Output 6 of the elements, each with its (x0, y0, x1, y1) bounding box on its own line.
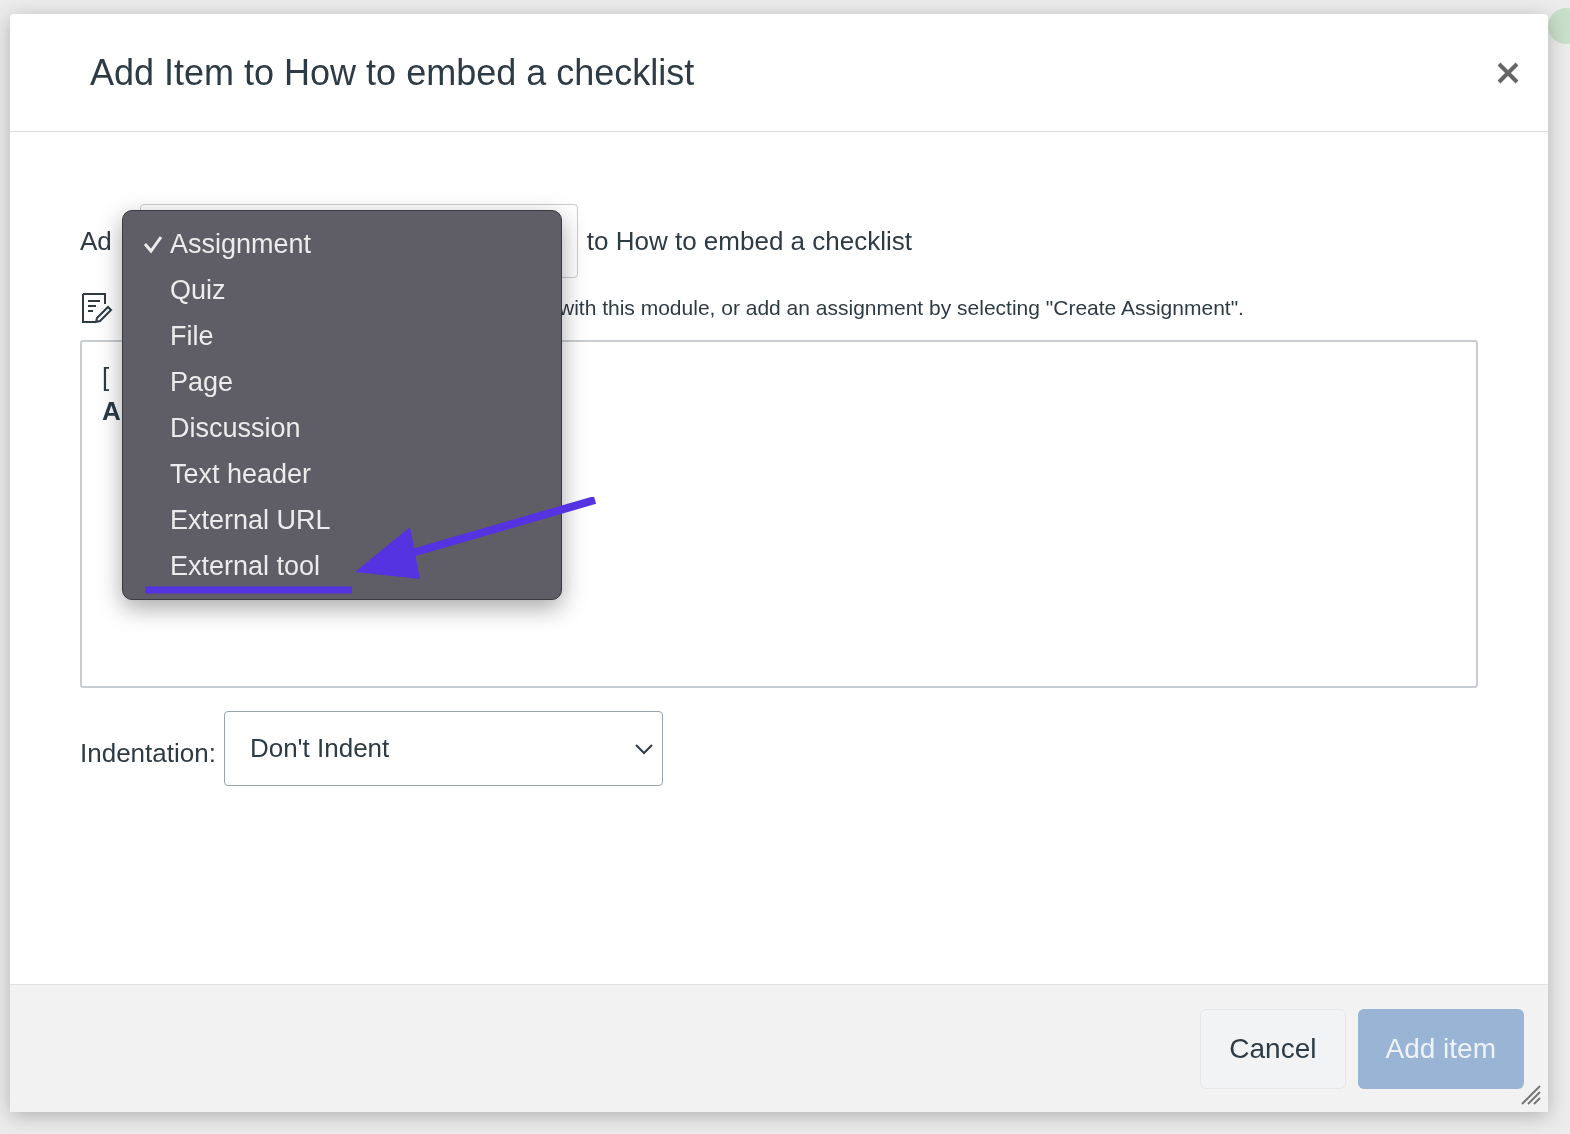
add-label: Ad (80, 224, 112, 258)
list-text: A (102, 395, 121, 428)
list-text: [ (102, 361, 110, 394)
indentation-label: Indentation: (80, 737, 216, 770)
dialog-title: Add Item to How to embed a checklist (90, 50, 695, 95)
target-text: to How to embed a checklist (586, 224, 912, 258)
